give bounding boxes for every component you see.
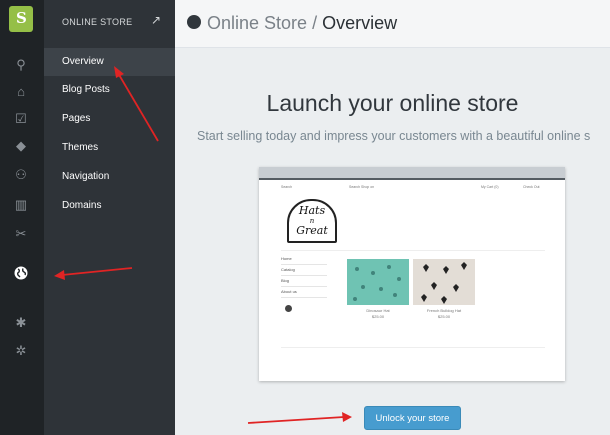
arrow-to-overview: [117, 72, 159, 142]
arrow-to-online-store: [61, 267, 133, 276]
arrow-to-unlock-button: [247, 416, 345, 424]
annotation-arrows: [54, 66, 352, 424]
arrow-head: [114, 66, 124, 78]
arrow-head: [342, 412, 352, 422]
arrow-head: [54, 270, 65, 280]
